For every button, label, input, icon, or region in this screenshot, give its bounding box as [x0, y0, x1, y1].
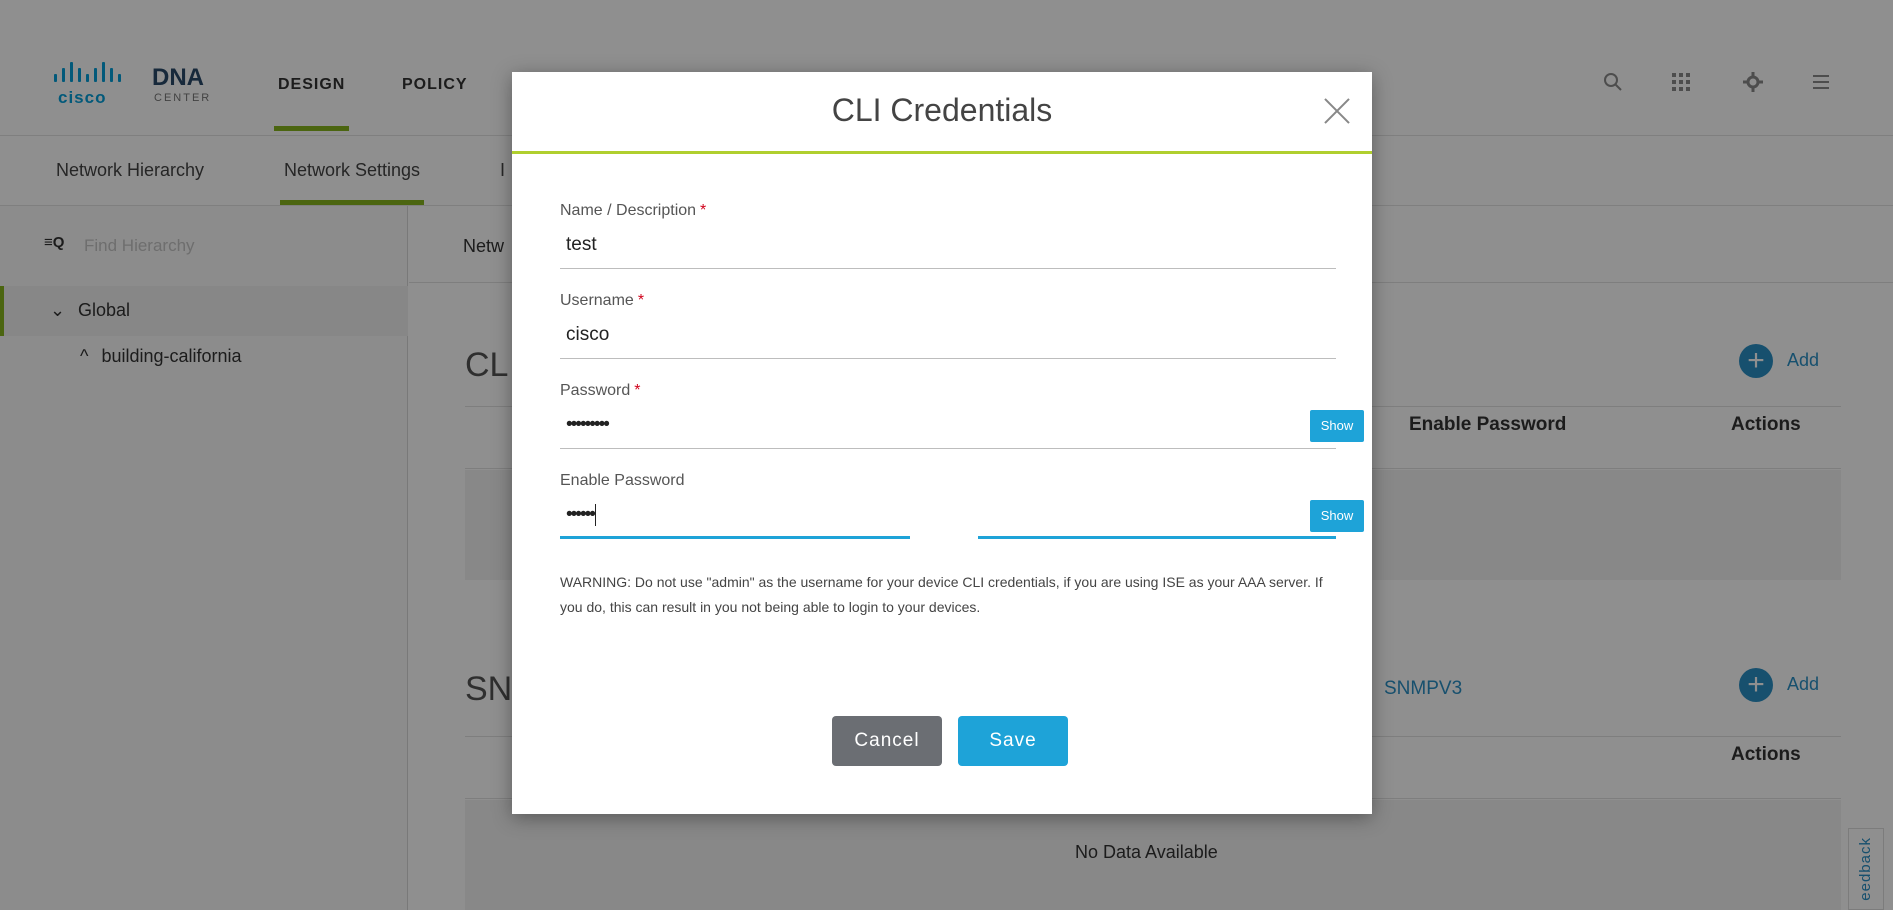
required-marker: *	[700, 202, 707, 219]
show-enable-password-button[interactable]: Show	[1310, 500, 1364, 532]
input-underline	[560, 268, 1336, 269]
field-label: Password *	[560, 382, 641, 399]
input-underline-focused	[560, 536, 1336, 539]
enable-password-input[interactable]: ••••••	[566, 504, 596, 526]
password-field: Password * ••••••••• Show	[560, 382, 1364, 452]
cli-credentials-dialog: CLI Credentials Name / Description * test…	[512, 72, 1372, 814]
required-marker: *	[634, 382, 641, 399]
dialog-header: CLI Credentials	[512, 72, 1372, 154]
warning-message: WARNING: Do not use "admin" as the usern…	[560, 574, 1323, 615]
field-label: Username *	[560, 292, 645, 309]
show-password-button[interactable]: Show	[1310, 410, 1364, 442]
text-caret	[594, 504, 596, 526]
field-label: Enable Password	[560, 472, 685, 489]
required-marker: *	[637, 292, 645, 309]
username-input[interactable]: cisco	[566, 324, 609, 346]
field-label: Name / Description *	[560, 202, 707, 219]
dialog-title: CLI Credentials	[831, 92, 1053, 128]
input-underline	[560, 448, 1336, 449]
input-underline	[560, 358, 1336, 359]
enable-password-field: Enable Password •••••• Show	[560, 472, 1364, 542]
name-description-field: Name / Description * test	[560, 202, 1336, 272]
password-input[interactable]: •••••••••	[566, 414, 610, 436]
close-icon[interactable]	[1320, 94, 1354, 128]
save-button[interactable]: Save	[958, 716, 1068, 766]
name-description-input[interactable]: test	[566, 234, 597, 256]
cancel-button[interactable]: Cancel	[832, 716, 942, 766]
username-field: Username * cisco	[560, 292, 1336, 362]
